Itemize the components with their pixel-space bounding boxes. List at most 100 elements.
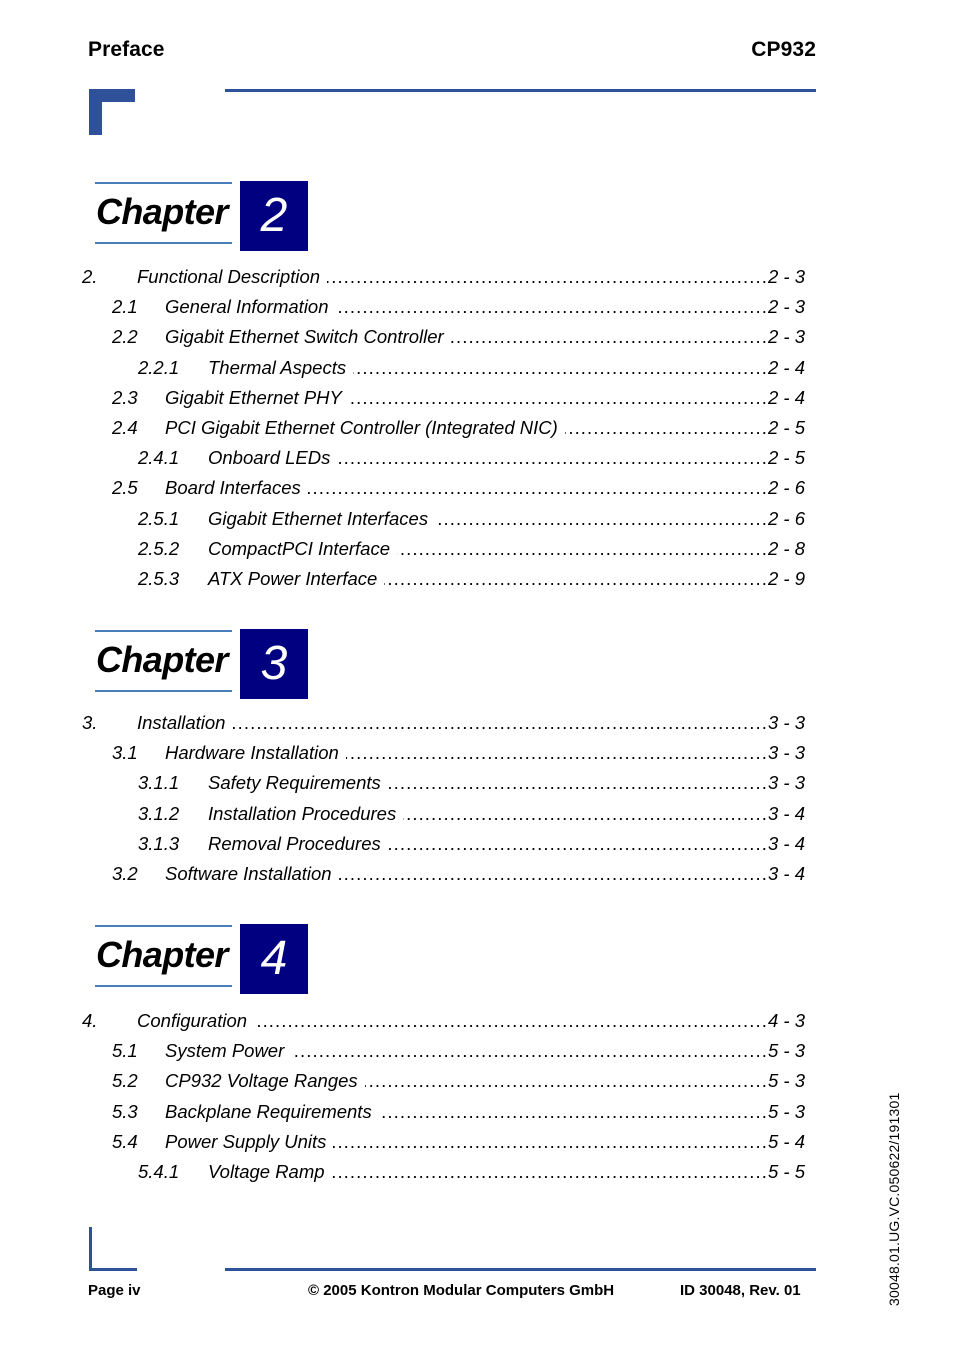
toc-entry[interactable]: ........................................…: [0, 507, 954, 538]
toc-entry-title: Board Interfaces: [165, 477, 308, 500]
chapter-rule-top: [95, 925, 232, 927]
toc-entry-page: 3 - 3: [768, 712, 806, 733]
toc-entry-page: 2 - 5: [768, 417, 806, 438]
toc-entry-title: Gigabit Ethernet Switch Controller: [165, 326, 451, 349]
toc-entry[interactable]: ........................................…: [0, 266, 954, 296]
toc-entry-number: 2.1: [112, 296, 138, 319]
chapter-marker: Chapter 3: [95, 629, 310, 702]
toc-entry-title: Safety Requirements: [208, 772, 388, 795]
toc-entry[interactable]: ........................................…: [0, 712, 954, 742]
toc-entry[interactable]: ........................................…: [0, 1161, 954, 1191]
bracket-arm-vertical: [89, 1227, 92, 1271]
footer-copyright: © 2005 Kontron Modular Computers GmbH: [308, 1282, 615, 1299]
toc-entry-title: Removal Procedures: [208, 832, 388, 855]
toc-entry[interactable]: ........................................…: [0, 447, 954, 477]
toc-entry[interactable]: ........................................…: [0, 863, 954, 893]
footer-page-label: Page iv: [88, 1282, 141, 1299]
toc-entry-title: CompactPCI Interface: [208, 537, 397, 560]
toc-entry-page: 3 - 3: [768, 742, 806, 764]
toc-entry-title: CP932 Voltage Ranges: [165, 1070, 365, 1093]
toc-entry[interactable]: ........................................…: [0, 802, 954, 833]
toc-entry-page: 5 - 4: [768, 1130, 806, 1152]
chapter-rule-top: [95, 182, 232, 184]
toc-entry-title: Onboard LEDs: [208, 447, 338, 470]
toc-entry-page: 2 - 6: [768, 477, 806, 499]
toc-entry-page: 3 - 4: [768, 832, 806, 854]
toc-entry-title: Functional Description: [137, 266, 328, 288]
bracket-arm-horizontal: [89, 1268, 137, 1271]
toc-entry[interactable]: ........................................…: [0, 1070, 954, 1100]
toc-entry-page: 2 - 6: [768, 507, 806, 529]
toc-entry[interactable]: ........................................…: [0, 326, 954, 356]
toc-entry[interactable]: ........................................…: [0, 356, 954, 387]
toc-entry-title: Gigabit Ethernet Interfaces: [208, 507, 436, 530]
toc-entry-title: Configuration: [137, 1010, 255, 1032]
toc-entry-number: 4.: [82, 1010, 98, 1032]
toc-entry-page: 2 - 8: [768, 537, 806, 559]
chapter-number-box: 2: [240, 181, 308, 251]
side-document-id: 30048.01.UG.VC.050622/191301: [872, 746, 902, 1306]
toc-entry-title: Gigabit Ethernet PHY: [165, 386, 349, 409]
toc-entry-page: 2 - 4: [768, 356, 806, 378]
toc-entry-page: 5 - 3: [768, 1070, 806, 1092]
toc-entry[interactable]: ........................................…: [0, 417, 954, 447]
toc-entry[interactable]: ........................................…: [0, 386, 954, 417]
header-section-title: Preface: [88, 38, 165, 61]
toc-entry-title: System Power: [165, 1040, 292, 1063]
toc-entry-number: 2.2: [112, 326, 138, 349]
chapter-number: 3: [260, 637, 288, 690]
toc-entry-page: 2 - 3: [768, 326, 806, 348]
toc-entry-title: Backplane Requirements: [165, 1100, 379, 1123]
toc-entry-title: Power Supply Units: [165, 1130, 334, 1153]
toc-entry[interactable]: ........................................…: [0, 477, 954, 507]
toc-entry-title: General Information: [165, 296, 336, 319]
toc-entry-title: Installation: [137, 712, 233, 734]
toc-entry[interactable]: ........................................…: [0, 1130, 954, 1161]
toc-entry-page: 2 - 4: [768, 386, 806, 408]
toc-entry[interactable]: ........................................…: [0, 772, 954, 802]
document-page: Preface CP932 Chapter 2..................…: [0, 0, 954, 1351]
bracket-arm-vertical: [89, 89, 102, 135]
toc-entry-number: 2.5: [112, 477, 138, 500]
toc-entry-number: 5.1: [112, 1040, 138, 1063]
chapter-label: Chapter: [96, 191, 228, 232]
toc-entry-number: 2.5.3: [138, 568, 180, 590]
chapter-number-box: 3: [240, 629, 308, 699]
toc-entry-title: Thermal Aspects: [208, 356, 354, 379]
toc-entry[interactable]: ........................................…: [0, 1010, 954, 1040]
toc-entry-number: 3.: [82, 712, 98, 734]
toc-entry[interactable]: ........................................…: [0, 296, 954, 326]
toc-entry-page: 3 - 3: [768, 772, 806, 794]
chapter-number: 4: [260, 932, 288, 985]
toc-entry-title: Hardware Installation: [165, 742, 346, 765]
header-rule: [225, 89, 816, 92]
toc-entry[interactable]: ........................................…: [0, 537, 954, 568]
toc-entry-number: 5.3: [112, 1100, 138, 1123]
toc-entry-title: ATX Power Interface: [208, 568, 385, 590]
toc-entry-number: 2.: [82, 266, 98, 288]
footer-rule: [225, 1268, 816, 1271]
footer-document-id: ID 30048, Rev. 01: [680, 1282, 801, 1299]
toc-entry-number: 2.5.1: [138, 507, 180, 530]
chapter-rule-bottom: [95, 242, 232, 244]
chapter-marker: Chapter 2: [95, 181, 310, 254]
corner-bracket-top-icon: [89, 89, 135, 135]
toc-entry-title: Installation Procedures: [208, 802, 404, 825]
header-product-title: CP932: [751, 38, 816, 61]
toc-entry-title: Software Installation: [165, 863, 339, 885]
chapter-rule-top: [95, 630, 232, 632]
chapter-rule-bottom: [95, 985, 232, 987]
toc-entry[interactable]: ........................................…: [0, 832, 954, 863]
toc-entry[interactable]: ........................................…: [0, 1100, 954, 1131]
toc-entry[interactable]: ........................................…: [0, 1040, 954, 1070]
toc-entry-number: 5.4: [112, 1130, 138, 1153]
toc-entry-title: Voltage Ramp: [208, 1161, 332, 1183]
toc-entry-number: 2.2.1: [138, 356, 180, 379]
chapter-number: 2: [260, 189, 288, 242]
toc-entry[interactable]: ........................................…: [0, 568, 954, 598]
chapter-label: Chapter: [96, 639, 228, 680]
toc-entry[interactable]: ........................................…: [0, 742, 954, 772]
toc-entry-number: 2.4.1: [138, 447, 180, 470]
toc-entry-page: 2 - 9: [768, 568, 806, 589]
toc-entry-page: 5 - 5: [768, 1161, 806, 1182]
